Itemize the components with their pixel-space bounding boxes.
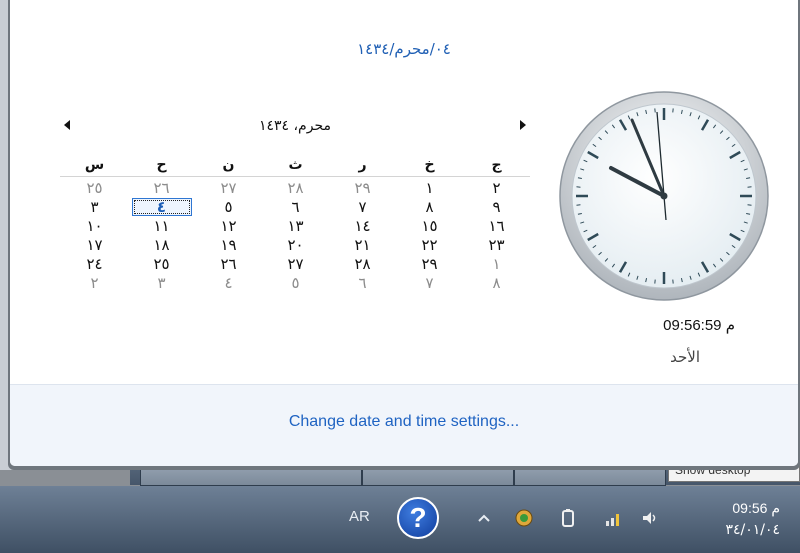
day-cell[interactable]: ١١ xyxy=(128,217,195,236)
calendar-week: ٨ ٧ ٦ ٥ ٤ ٣ ٢ xyxy=(60,274,530,293)
day-cell-other-month[interactable]: ٢٥ xyxy=(61,179,128,198)
day-cell[interactable]: ٢٩ xyxy=(396,255,463,274)
day-cell[interactable]: ٨ xyxy=(396,198,463,217)
day-cell-other-month[interactable]: ١ xyxy=(463,255,530,274)
date-time-popup: ٠٤/محرم/١٤٣٤ محرم، ١٤٣٤ ج خ ر ث ن ح س ٢ … xyxy=(8,0,800,470)
day-cell[interactable]: ٢٧ xyxy=(262,255,329,274)
digital-time: 09:56:59 م xyxy=(663,317,735,334)
taskbar-clock-time[interactable]: 09:56 م xyxy=(690,500,780,517)
day-cell[interactable]: ١٣ xyxy=(262,217,329,236)
next-month-button[interactable] xyxy=(520,120,526,130)
day-cell[interactable]: ٧ xyxy=(329,198,396,217)
day-cell-other-month[interactable]: ٥ xyxy=(262,274,329,293)
day-cell[interactable]: ٣ xyxy=(61,198,128,217)
day-cell-other-month[interactable]: ٢٩ xyxy=(329,179,396,198)
day-cell-other-month[interactable]: ٧ xyxy=(396,274,463,293)
day-cell[interactable]: ٢٠ xyxy=(262,236,329,255)
taskbar: AR ? 09:56 م ٣٤/٠١/٠٤ xyxy=(0,486,800,553)
signal-icon[interactable] xyxy=(604,508,624,528)
change-date-time-settings-link[interactable]: Change date and time settings... xyxy=(10,413,798,431)
day-cell[interactable]: ٢١ xyxy=(329,236,396,255)
day-cell-other-month[interactable]: ٣ xyxy=(128,274,195,293)
day-cell[interactable]: ٥ xyxy=(195,198,262,217)
weekday-label: ث xyxy=(288,157,303,173)
day-cell-other-month[interactable]: ٨ xyxy=(463,274,530,293)
calendar-week: ٩ ٨ ٧ ٦ ٥ ٤ ٣ xyxy=(60,198,530,217)
calendar-week: ٢ ١ ٢٩ ٢٨ ٢٧ ٢٦ ٢٥ xyxy=(60,179,530,198)
chevron-up-icon[interactable] xyxy=(474,508,494,528)
day-cell-other-month[interactable]: ٢٦ xyxy=(128,179,195,198)
calendar-week: ١٦ ١٥ ١٤ ١٣ ١٢ ١١ ١٠ xyxy=(60,217,530,236)
day-cell[interactable]: ٦ xyxy=(262,198,329,217)
day-cell[interactable]: ٢٥ xyxy=(128,255,195,274)
day-cell[interactable]: ١٢ xyxy=(195,217,262,236)
full-date-link[interactable]: ٠٤/محرم/١٤٣٤ xyxy=(10,40,798,58)
popup-footer: Change date and time settings... xyxy=(10,384,798,466)
weekday-label: خ xyxy=(424,157,435,173)
day-cell[interactable]: ١٠ xyxy=(61,217,128,236)
day-of-week: الأحد xyxy=(670,348,700,366)
day-cell[interactable]: ١٦ xyxy=(463,217,530,236)
day-cell[interactable]: ١ xyxy=(396,179,463,198)
analog-clock xyxy=(559,91,769,301)
today-label: ٤ xyxy=(131,198,192,216)
language-indicator[interactable]: AR xyxy=(349,508,370,525)
day-cell[interactable]: ٩ xyxy=(463,198,530,217)
weekday-label: ر xyxy=(358,157,367,173)
day-cell-other-month[interactable]: ٦ xyxy=(329,274,396,293)
popup-content: ٠٤/محرم/١٤٣٤ محرم، ١٤٣٤ ج خ ر ث ن ح س ٢ … xyxy=(10,0,798,466)
day-cell[interactable]: ٢٨ xyxy=(329,255,396,274)
weekday-label: ح xyxy=(156,157,167,173)
calendar-grid: ج خ ر ث ن ح س ٢ ١ ٢٩ ٢٨ ٢٧ ٢٦ ٢٥ ٩ ٨ ٧ ٦… xyxy=(60,156,530,293)
day-cell[interactable]: ١٨ xyxy=(128,236,195,255)
day-cell[interactable]: ٢٣ xyxy=(463,236,530,255)
day-cell-other-month[interactable]: ٤ xyxy=(195,274,262,293)
day-cell[interactable]: ١٤ xyxy=(329,217,396,236)
day-cell[interactable]: ١٩ xyxy=(195,236,262,255)
network-globe-icon[interactable] xyxy=(514,508,534,528)
day-cell[interactable]: ٢٤ xyxy=(61,255,128,274)
day-cell[interactable]: ٢٦ xyxy=(195,255,262,274)
weekday-header: ج خ ر ث ن ح س xyxy=(60,156,530,177)
day-cell-today[interactable]: ٤ xyxy=(128,198,195,217)
day-cell[interactable]: ١٥ xyxy=(396,217,463,236)
weekday-label: ن xyxy=(222,157,235,173)
calendar-week: ٢٣ ٢٢ ٢١ ٢٠ ١٩ ١٨ ١٧ xyxy=(60,236,530,255)
day-cell[interactable]: ٢ xyxy=(463,179,530,198)
taskbar-clock-date[interactable]: ٣٤/٠١/٠٤ xyxy=(690,522,780,538)
month-title[interactable]: محرم، ١٤٣٤ xyxy=(60,118,530,134)
weekday-label: ج xyxy=(491,157,502,173)
weekday-label: س xyxy=(84,157,105,173)
day-cell[interactable]: ١٧ xyxy=(61,236,128,255)
help-icon[interactable]: ? xyxy=(397,497,439,539)
day-cell-other-month[interactable]: ٢٧ xyxy=(195,179,262,198)
day-cell-other-month[interactable]: ٢٨ xyxy=(262,179,329,198)
day-cell-other-month[interactable]: ٢ xyxy=(61,274,128,293)
calendar-week: ١ ٢٩ ٢٨ ٢٧ ٢٦ ٢٥ ٢٤ xyxy=(60,255,530,274)
day-cell[interactable]: ٢٢ xyxy=(396,236,463,255)
battery-icon[interactable] xyxy=(558,508,578,528)
speaker-icon[interactable] xyxy=(640,508,660,528)
